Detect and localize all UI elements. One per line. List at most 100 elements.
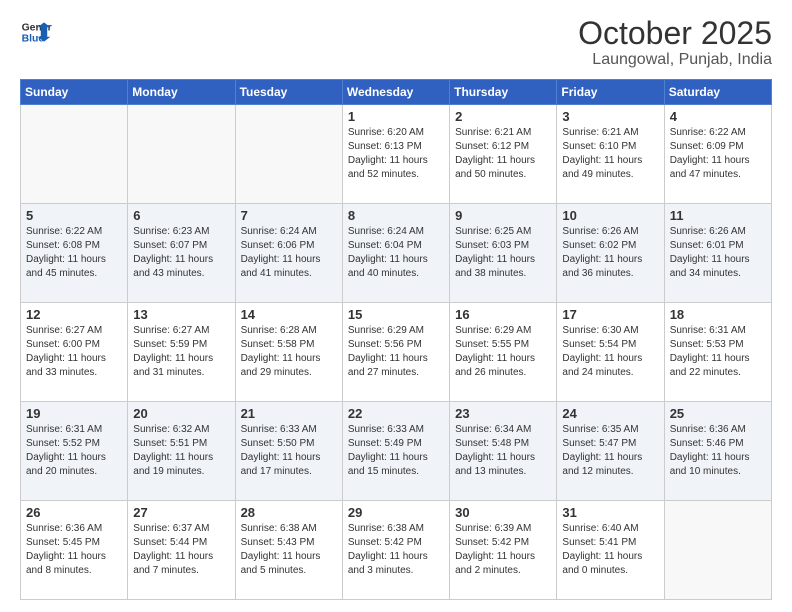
- calendar-cell: 21Sunrise: 6:33 AM Sunset: 5:50 PM Dayli…: [235, 402, 342, 501]
- day-number: 6: [133, 208, 229, 223]
- cell-info: Sunrise: 6:21 AM Sunset: 6:10 PM Dayligh…: [562, 126, 658, 182]
- weekday-header: Monday: [128, 80, 235, 105]
- day-number: 31: [562, 505, 658, 520]
- cell-info: Sunrise: 6:27 AM Sunset: 6:00 PM Dayligh…: [26, 324, 122, 380]
- cell-info: Sunrise: 6:29 AM Sunset: 5:56 PM Dayligh…: [348, 324, 444, 380]
- logo-icon: General Blue: [20, 16, 52, 48]
- calendar-cell: 4 Sunrise: 6:22 AM Sunset: 6:09 PM Daylig…: [664, 105, 771, 204]
- cell-info: Sunrise: 6:21 AM Sunset: 6:12 PM Dayligh…: [455, 126, 551, 182]
- weekday-header: Friday: [557, 80, 664, 105]
- cell-info: Sunrise: 6:24 AM Sunset: 6:06 PM Dayligh…: [241, 225, 337, 281]
- calendar-cell: 16 Sunrise: 6:29 AM Sunset: 5:55 PM Dayli…: [450, 303, 557, 402]
- cell-info: Sunrise: 6:31 AM Sunset: 5:52 PM Dayligh…: [26, 423, 122, 479]
- day-number: 24: [562, 406, 658, 421]
- calendar-cell: 17 Sunrise: 6:30 AM Sunset: 5:54 PM Dayli…: [557, 303, 664, 402]
- cell-info: Sunrise: 6:38 AM Sunset: 5:43 PM Dayligh…: [241, 522, 337, 578]
- cell-info: Sunrise: 6:28 AM Sunset: 5:58 PM Dayligh…: [241, 324, 337, 380]
- calendar-cell: [21, 105, 128, 204]
- cell-info: Sunrise: 6:26 AM Sunset: 6:02 PM Dayligh…: [562, 225, 658, 281]
- cell-info: Sunrise: 6:39 AM Sunset: 5:42 PM Dayligh…: [455, 522, 551, 578]
- calendar-cell: 1 Sunrise: 6:20 AM Sunset: 6:13 PM Daylig…: [342, 105, 449, 204]
- cell-info: Sunrise: 6:37 AM Sunset: 5:44 PM Dayligh…: [133, 522, 229, 578]
- cell-info: Sunrise: 6:22 AM Sunset: 6:09 PM Dayligh…: [670, 126, 766, 182]
- day-number: 15: [348, 307, 444, 322]
- calendar-cell: 29 Sunrise: 6:38 AM Sunset: 5:42 PM Dayli…: [342, 501, 449, 600]
- day-number: 2: [455, 109, 551, 124]
- cell-info: Sunrise: 6:22 AM Sunset: 6:08 PM Dayligh…: [26, 225, 122, 281]
- calendar-cell: [128, 105, 235, 204]
- calendar-cell: 24Sunrise: 6:35 AM Sunset: 5:47 PM Dayli…: [557, 402, 664, 501]
- cell-info: Sunrise: 6:36 AM Sunset: 5:46 PM Dayligh…: [670, 423, 766, 479]
- day-number: 11: [670, 208, 766, 223]
- calendar-cell: 9Sunrise: 6:25 AM Sunset: 6:03 PM Daylig…: [450, 204, 557, 303]
- day-number: 9: [455, 208, 551, 223]
- cell-info: Sunrise: 6:31 AM Sunset: 5:53 PM Dayligh…: [670, 324, 766, 380]
- calendar-cell: 3 Sunrise: 6:21 AM Sunset: 6:10 PM Daylig…: [557, 105, 664, 204]
- calendar-cell: 28 Sunrise: 6:38 AM Sunset: 5:43 PM Dayli…: [235, 501, 342, 600]
- calendar-cell: 13 Sunrise: 6:27 AM Sunset: 5:59 PM Dayli…: [128, 303, 235, 402]
- day-number: 25: [670, 406, 766, 421]
- cell-info: Sunrise: 6:33 AM Sunset: 5:49 PM Dayligh…: [348, 423, 444, 479]
- day-number: 20: [133, 406, 229, 421]
- calendar-cell: 15 Sunrise: 6:29 AM Sunset: 5:56 PM Dayli…: [342, 303, 449, 402]
- calendar-cell: 6 Sunrise: 6:23 AM Sunset: 6:07 PM Daylig…: [128, 204, 235, 303]
- day-number: 22: [348, 406, 444, 421]
- day-number: 30: [455, 505, 551, 520]
- day-number: 19: [26, 406, 122, 421]
- cell-info: Sunrise: 6:32 AM Sunset: 5:51 PM Dayligh…: [133, 423, 229, 479]
- cell-info: Sunrise: 6:30 AM Sunset: 5:54 PM Dayligh…: [562, 324, 658, 380]
- calendar-cell: 2 Sunrise: 6:21 AM Sunset: 6:12 PM Daylig…: [450, 105, 557, 204]
- cell-info: Sunrise: 6:38 AM Sunset: 5:42 PM Dayligh…: [348, 522, 444, 578]
- day-number: 23: [455, 406, 551, 421]
- cell-info: Sunrise: 6:29 AM Sunset: 5:55 PM Dayligh…: [455, 324, 551, 380]
- calendar-cell: [235, 105, 342, 204]
- day-number: 3: [562, 109, 658, 124]
- calendar-cell: 26Sunrise: 6:36 AM Sunset: 5:45 PM Dayli…: [21, 501, 128, 600]
- cell-info: Sunrise: 6:24 AM Sunset: 6:04 PM Dayligh…: [348, 225, 444, 281]
- cell-info: Sunrise: 6:33 AM Sunset: 5:50 PM Dayligh…: [241, 423, 337, 479]
- calendar-cell: 27 Sunrise: 6:37 AM Sunset: 5:44 PM Dayli…: [128, 501, 235, 600]
- calendar-cell: 10 Sunrise: 6:26 AM Sunset: 6:02 PM Dayli…: [557, 204, 664, 303]
- calendar-cell: 11 Sunrise: 6:26 AM Sunset: 6:01 PM Dayli…: [664, 204, 771, 303]
- day-number: 1: [348, 109, 444, 124]
- weekday-header: Sunday: [21, 80, 128, 105]
- day-number: 27: [133, 505, 229, 520]
- weekday-header: Saturday: [664, 80, 771, 105]
- day-number: 7: [241, 208, 337, 223]
- calendar-cell: 14Sunrise: 6:28 AM Sunset: 5:58 PM Dayli…: [235, 303, 342, 402]
- page-header: General Blue October 2025 Laungowal, Pun…: [20, 16, 772, 69]
- cell-info: Sunrise: 6:34 AM Sunset: 5:48 PM Dayligh…: [455, 423, 551, 479]
- cell-info: Sunrise: 6:26 AM Sunset: 6:01 PM Dayligh…: [670, 225, 766, 281]
- calendar: SundayMondayTuesdayWednesdayThursdayFrid…: [20, 79, 772, 600]
- day-number: 13: [133, 307, 229, 322]
- day-number: 26: [26, 505, 122, 520]
- day-number: 29: [348, 505, 444, 520]
- day-number: 4: [670, 109, 766, 124]
- calendar-cell: [664, 501, 771, 600]
- location: Laungowal, Punjab, India: [578, 51, 772, 69]
- day-number: 18: [670, 307, 766, 322]
- month-title: October 2025: [578, 16, 772, 51]
- svg-text:General: General: [22, 22, 52, 33]
- weekday-header: Thursday: [450, 80, 557, 105]
- calendar-cell: 18 Sunrise: 6:31 AM Sunset: 5:53 PM Dayli…: [664, 303, 771, 402]
- cell-info: Sunrise: 6:40 AM Sunset: 5:41 PM Dayligh…: [562, 522, 658, 578]
- weekday-header: Wednesday: [342, 80, 449, 105]
- day-number: 17: [562, 307, 658, 322]
- calendar-cell: 19 Sunrise: 6:31 AM Sunset: 5:52 PM Dayli…: [21, 402, 128, 501]
- weekday-header: Tuesday: [235, 80, 342, 105]
- calendar-cell: 8Sunrise: 6:24 AM Sunset: 6:04 PM Daylig…: [342, 204, 449, 303]
- calendar-cell: 30 Sunrise: 6:39 AM Sunset: 5:42 PM Dayli…: [450, 501, 557, 600]
- calendar-cell: 22 Sunrise: 6:33 AM Sunset: 5:49 PM Dayli…: [342, 402, 449, 501]
- cell-info: Sunrise: 6:20 AM Sunset: 6:13 PM Dayligh…: [348, 126, 444, 182]
- calendar-cell: 20 Sunrise: 6:32 AM Sunset: 5:51 PM Dayli…: [128, 402, 235, 501]
- calendar-cell: 23 Sunrise: 6:34 AM Sunset: 5:48 PM Dayli…: [450, 402, 557, 501]
- title-block: October 2025 Laungowal, Punjab, India: [578, 16, 772, 69]
- cell-info: Sunrise: 6:27 AM Sunset: 5:59 PM Dayligh…: [133, 324, 229, 380]
- day-number: 16: [455, 307, 551, 322]
- logo: General Blue: [20, 16, 52, 48]
- cell-info: Sunrise: 6:23 AM Sunset: 6:07 PM Dayligh…: [133, 225, 229, 281]
- day-number: 28: [241, 505, 337, 520]
- day-number: 10: [562, 208, 658, 223]
- calendar-cell: 12Sunrise: 6:27 AM Sunset: 6:00 PM Dayli…: [21, 303, 128, 402]
